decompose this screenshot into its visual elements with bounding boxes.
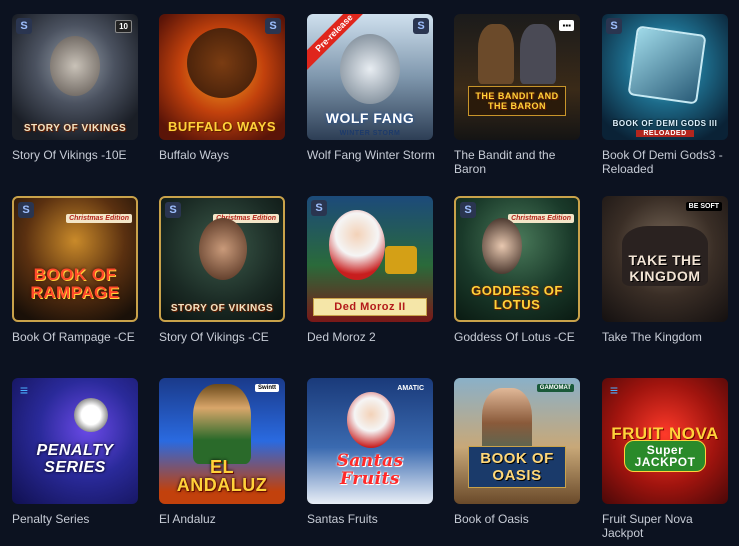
game-tile-el-andaluz[interactable]: Swintt EL ANDALUZ El Andaluz — [159, 378, 287, 526]
game-art-subtitle: WINTER STORM — [339, 130, 401, 137]
gift-image — [385, 246, 417, 274]
character-image — [199, 218, 247, 280]
edition-badge: Christmas Edition — [508, 214, 574, 223]
provider-logo: S — [165, 202, 181, 218]
santa-image — [347, 392, 395, 448]
game-label[interactable]: Ded Moroz 2 — [307, 330, 442, 344]
game-tile-take-the-kingdom[interactable]: BE SOFT TAKE THE KINGDOM Take The Kingdo… — [602, 196, 730, 344]
provider-logo: S — [413, 18, 429, 34]
game-art-title: BOOK OF OASIS — [468, 446, 566, 488]
game-label[interactable]: The Bandit and the Baron — [454, 148, 589, 176]
game-art-title: WOLF FANG — [325, 110, 415, 126]
provider-badge: BE SOFT — [685, 202, 722, 211]
game-grid: S 10 STORY OF VIKINGS Story Of Vikings -… — [0, 0, 739, 546]
football-icon — [74, 398, 108, 432]
game-art-title: EL ANDALUZ — [176, 457, 268, 495]
game-label[interactable]: Book of Oasis — [454, 512, 589, 526]
game-label[interactable]: Book Of Demi Gods3 -Reloaded — [602, 148, 737, 176]
provider-logo: S — [265, 18, 281, 34]
game-thumbnail[interactable]: AMATIC Santas Fruits — [307, 378, 433, 504]
game-art-title: STORY OF VIKINGS — [23, 123, 127, 134]
provider-badge: AMATIC — [397, 385, 424, 392]
provider-logo: S — [18, 202, 34, 218]
game-tile-ded-moroz-2[interactable]: S Ded Moroz II Ded Moroz 2 — [307, 196, 435, 344]
provider-logo: S — [606, 18, 622, 34]
game-thumbnail[interactable]: GAMOMAT BOOK OF OASIS — [454, 378, 580, 504]
bandit-figure — [478, 24, 514, 84]
game-tile-goddess-of-lotus-ce[interactable]: S Christmas Edition GODDESS OF LOTUS God… — [454, 196, 582, 344]
game-tile-bandit-baron[interactable]: ▪▪▪ THE BANDIT AND THE BARON The Bandit … — [454, 14, 582, 176]
game-art-title: TAKE THE KINGDOM — [628, 252, 702, 284]
provider-logo: S — [311, 200, 327, 216]
buffalo-image — [187, 28, 257, 98]
game-thumbnail[interactable]: BE SOFT TAKE THE KINGDOM — [602, 196, 728, 322]
wolf-image — [340, 34, 400, 104]
game-tile-buffalo-ways[interactable]: S BUFFALO WAYS Buffalo Ways — [159, 14, 287, 162]
game-art-title: PENALTY SERIES — [36, 442, 114, 476]
game-tile-book-of-oasis[interactable]: GAMOMAT BOOK OF OASIS Book of Oasis — [454, 378, 582, 526]
game-thumbnail[interactable]: ≡ FRUIT NOVA Super JACKPOT — [602, 378, 728, 504]
goddess-image — [482, 218, 522, 274]
character-image — [50, 36, 100, 96]
game-art-title: BOOK OF DEMI GODS III — [612, 119, 718, 128]
game-thumbnail[interactable]: S BUFFALO WAYS — [159, 14, 285, 140]
game-thumbnail[interactable]: S 10 STORY OF VIKINGS — [12, 14, 138, 140]
game-label[interactable]: Buffalo Ways — [159, 148, 294, 162]
provider-logo: ≡ — [19, 382, 29, 398]
game-label[interactable]: Book Of Rampage -CE — [12, 330, 147, 344]
game-label[interactable]: Penalty Series — [12, 512, 147, 526]
game-art-title: Santas Fruits — [336, 451, 404, 489]
book-image — [627, 25, 707, 105]
game-art-subtitle: RELOADED — [636, 130, 694, 137]
game-label[interactable]: Story Of Vikings -CE — [159, 330, 294, 344]
game-tile-santas-fruits[interactable]: AMATIC Santas Fruits Santas Fruits — [307, 378, 435, 526]
game-tile-book-of-demi-gods-3[interactable]: S BOOK OF DEMI GODS III RELOADED Book Of… — [602, 14, 730, 176]
game-label[interactable]: Santas Fruits — [307, 512, 442, 526]
provider-logo: S — [16, 18, 32, 34]
provider-badge: ▪▪▪ — [559, 20, 574, 31]
game-label[interactable]: Wolf Fang Winter Storm — [307, 148, 442, 162]
game-tile-wolf-fang[interactable]: Pre-release S WOLF FANG WINTER STORM Wol… — [307, 14, 435, 162]
game-tile-fruit-super-nova-jackpot[interactable]: ≡ FRUIT NOVA Super JACKPOT Fruit Super N… — [602, 378, 730, 540]
game-tile-story-of-vikings-ce[interactable]: S Christmas Edition STORY OF VIKINGS Sto… — [159, 196, 287, 344]
game-art-title: THE BANDIT AND THE BARON — [468, 86, 566, 116]
game-thumbnail[interactable]: S Ded Moroz II — [307, 196, 433, 322]
game-thumbnail[interactable]: S Christmas Edition STORY OF VIKINGS — [159, 196, 285, 322]
game-art-title: BUFFALO WAYS — [167, 119, 277, 134]
badge: 10 — [115, 20, 132, 33]
game-art-title: Ded Moroz II — [313, 298, 427, 316]
game-art-subtitle: Super JACKPOT — [624, 440, 706, 472]
game-thumbnail[interactable]: S BOOK OF DEMI GODS III RELOADED — [602, 14, 728, 140]
provider-badge: Swintt — [255, 384, 279, 392]
game-art-title: STORY OF VIKINGS — [170, 303, 274, 314]
provider-logo: ≡ — [609, 382, 619, 398]
game-thumbnail[interactable]: ≡ PENALTY SERIES — [12, 378, 138, 504]
game-thumbnail[interactable]: S Christmas Edition BOOK OF RAMPAGE — [12, 196, 138, 322]
edition-badge: Christmas Edition — [66, 214, 132, 223]
game-tile-story-of-vikings-10e[interactable]: S 10 STORY OF VIKINGS Story Of Vikings -… — [12, 14, 140, 162]
game-label[interactable]: Take The Kingdom — [602, 330, 737, 344]
game-label[interactable]: El Andaluz — [159, 512, 294, 526]
game-label[interactable]: Goddess Of Lotus -CE — [454, 330, 589, 344]
baron-figure — [520, 24, 556, 84]
provider-logo: S — [460, 202, 476, 218]
game-label[interactable]: Story Of Vikings -10E — [12, 148, 147, 162]
game-tile-penalty-series[interactable]: ≡ PENALTY SERIES Penalty Series — [12, 378, 140, 526]
character-image — [193, 384, 251, 464]
game-thumbnail[interactable]: Pre-release S WOLF FANG WINTER STORM — [307, 14, 433, 140]
game-label[interactable]: Fruit Super Nova Jackpot — [602, 512, 737, 540]
game-art-title: GODDESS OF LOTUS — [471, 283, 563, 312]
game-thumbnail[interactable]: ▪▪▪ THE BANDIT AND THE BARON — [454, 14, 580, 140]
provider-badge: GAMOMAT — [536, 384, 574, 392]
game-thumbnail[interactable]: S Christmas Edition GODDESS OF LOTUS — [454, 196, 580, 322]
game-art-title: BOOK OF RAMPAGE — [30, 265, 120, 302]
game-thumbnail[interactable]: Swintt EL ANDALUZ — [159, 378, 285, 504]
game-tile-book-of-rampage-ce[interactable]: S Christmas Edition BOOK OF RAMPAGE Book… — [12, 196, 140, 344]
santa-image — [329, 210, 385, 280]
